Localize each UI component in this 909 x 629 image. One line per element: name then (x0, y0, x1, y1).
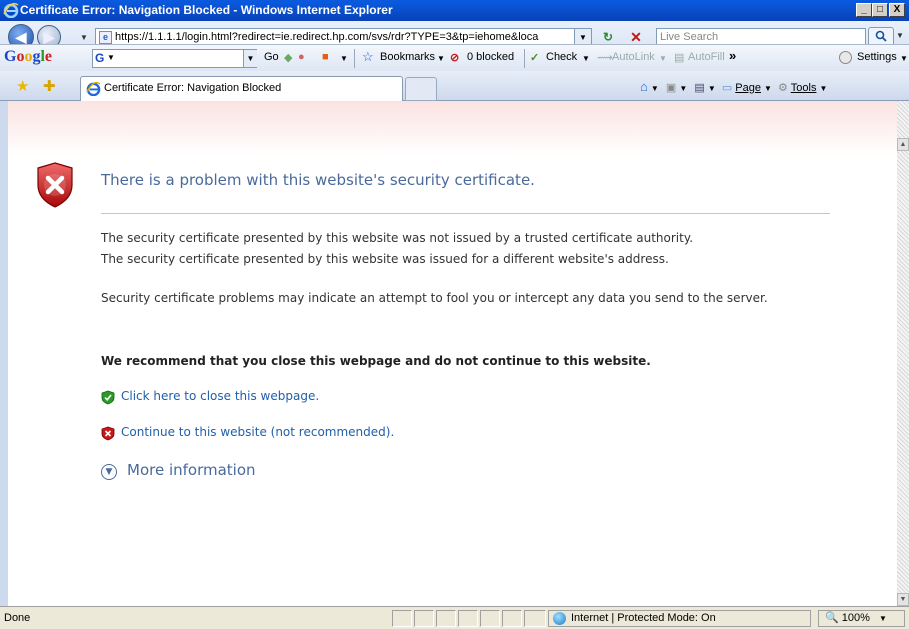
home-icon[interactable]: ⌂ (640, 79, 648, 94)
globe-icon (553, 612, 566, 625)
error-headline: There is a problem with this website's s… (101, 171, 535, 189)
google-toolbar: Google G ▼ ▼ Go ◆ ● ■ ▼ ☆ Bookmarks ▼ ⊘ … (0, 44, 909, 71)
command-bar: ⌂ ▼ ▣ ▼ ▤ ▼ ▭ Page ▼ ⚙ Tools ▼ (640, 79, 827, 94)
vertical-scrollbar[interactable] (897, 101, 909, 606)
internet-explorer-icon (86, 81, 101, 96)
tab-bar: ★ ✚ Certificate Error: Navigation Blocke… (0, 71, 909, 101)
red-shield-icon (101, 426, 115, 441)
minimize-button[interactable]: _ (856, 3, 872, 17)
star-icon: ☆ (362, 49, 374, 64)
toolbar-divider (354, 49, 355, 68)
settings-button[interactable]: Settings (857, 51, 897, 63)
popup-dropdown-icon[interactable]: ▼ (340, 54, 348, 63)
autofill-icon: ▤ (674, 52, 685, 64)
autolink-dropdown-icon[interactable]: ▼ (659, 54, 667, 63)
google-search-dropdown-icon[interactable]: ▼ (243, 50, 257, 67)
pagerank-icon[interactable]: ● (298, 51, 305, 63)
settings-icon (839, 51, 852, 64)
detail-line: The security certificate presented by th… (101, 252, 669, 266)
continue-to-website-link[interactable]: Continue to this website (not recommende… (121, 425, 394, 439)
tools-dropdown-icon[interactable]: ▼ (820, 84, 828, 93)
recommendation-text: We recommend that you close this webpage… (101, 354, 651, 368)
feeds-icon[interactable]: ▣ (666, 82, 676, 94)
search-icon (875, 30, 887, 42)
add-favorites-icon[interactable]: ✚ (43, 77, 56, 95)
zoom-icon: 🔍 (825, 612, 839, 624)
internet-explorer-icon (3, 2, 19, 18)
zoom-level: 100% (841, 612, 870, 624)
status-panel (436, 610, 456, 627)
toolbar-divider (524, 49, 525, 68)
zone-label: Internet | Protected Mode: On (571, 612, 716, 624)
tab-label: Certificate Error: Navigation Blocked (104, 82, 282, 94)
autolink-icon: ⟿ (597, 52, 613, 64)
go-arrow-icon[interactable]: ◆ (284, 51, 292, 64)
security-zone-indicator[interactable]: Internet | Protected Mode: On (548, 610, 811, 627)
more-information-toggle[interactable]: ▼ More information (101, 461, 256, 480)
check-dropdown-icon[interactable]: ▼ (582, 54, 590, 63)
new-tab-button[interactable] (405, 77, 437, 101)
zoom-control[interactable]: 🔍 100% ▼ (818, 610, 905, 627)
status-panel (524, 610, 546, 627)
page-menu-button[interactable]: Page (735, 82, 761, 94)
zoom-dropdown-icon[interactable]: ▼ (879, 614, 887, 623)
divider (101, 213, 830, 214)
page-icon: e (99, 31, 112, 44)
check-button[interactable]: Check (546, 51, 577, 63)
window-frame-left (0, 101, 8, 606)
settings-dropdown-icon[interactable]: ▼ (900, 54, 908, 63)
feeds-dropdown-icon[interactable]: ▼ (679, 84, 687, 93)
favorites-star-icon[interactable]: ★ (16, 77, 29, 95)
google-go-button[interactable]: Go (264, 51, 279, 63)
tools-menu-button[interactable]: Tools (791, 82, 817, 94)
status-panel (502, 610, 522, 627)
close-webpage-link[interactable]: Click here to close this webpage. (121, 389, 319, 403)
google-g-dropdown-icon[interactable]: ▼ (107, 53, 115, 62)
status-bar: Done Internet | Protected Mode: On 🔍 100… (0, 606, 909, 629)
more-information-label: More information (127, 461, 256, 479)
close-window-button[interactable]: X (889, 3, 905, 17)
page-icon: ▭ (721, 82, 733, 94)
popup-blocker-icon: ⊘ (450, 52, 460, 64)
tab-certificate-error[interactable]: Certificate Error: Navigation Blocked (80, 76, 403, 101)
address-text: https://1.1.1.1/login.html?redirect=ie.r… (115, 31, 539, 43)
status-panel (414, 610, 434, 627)
google-search-input[interactable]: G ▼ (92, 49, 257, 68)
shield-error-icon (37, 162, 73, 208)
window-title: Certificate Error: Navigation Blocked - … (20, 3, 393, 17)
status-text: Done (4, 612, 31, 624)
page-dropdown-icon[interactable]: ▼ (764, 84, 772, 93)
google-g-icon: G (95, 51, 105, 65)
warning-paragraph: Security certificate problems may indica… (101, 291, 768, 305)
scroll-down-button[interactable]: ▼ (897, 593, 909, 606)
search-dropdown-icon[interactable]: ▼ (896, 31, 904, 40)
maximize-button[interactable]: □ (872, 3, 888, 17)
print-icon[interactable]: ▤ (694, 82, 704, 94)
bookmarks-button[interactable]: Bookmarks (380, 51, 435, 63)
more-chevron-icon[interactable]: » (729, 48, 736, 63)
autolink-button[interactable]: AutoLink (612, 51, 655, 63)
spellcheck-icon: ✓ (530, 52, 540, 64)
bookmarks-dropdown-icon[interactable]: ▼ (437, 54, 445, 63)
detail-line: The security certificate presented by th… (101, 231, 694, 245)
status-panel (480, 610, 500, 627)
history-dropdown-icon[interactable]: ▼ (80, 33, 88, 42)
autofill-button[interactable]: AutoFill (688, 51, 725, 63)
status-panel (458, 610, 478, 627)
scroll-up-button[interactable]: ▲ (897, 138, 909, 151)
home-dropdown-icon[interactable]: ▼ (651, 84, 659, 93)
green-shield-icon (101, 390, 115, 405)
print-dropdown-icon[interactable]: ▼ (708, 84, 716, 93)
status-panel (392, 610, 412, 627)
google-logo[interactable]: Google (4, 48, 52, 66)
certificate-details: The security certificate presented by th… (101, 228, 821, 270)
popup-icon[interactable]: ■ (322, 51, 329, 63)
title-bar: Certificate Error: Navigation Blocked - … (0, 0, 909, 21)
tools-icon: ⚙ (778, 82, 788, 94)
blocked-count[interactable]: 0 blocked (467, 51, 514, 63)
expand-chevron-icon: ▼ (101, 464, 117, 480)
